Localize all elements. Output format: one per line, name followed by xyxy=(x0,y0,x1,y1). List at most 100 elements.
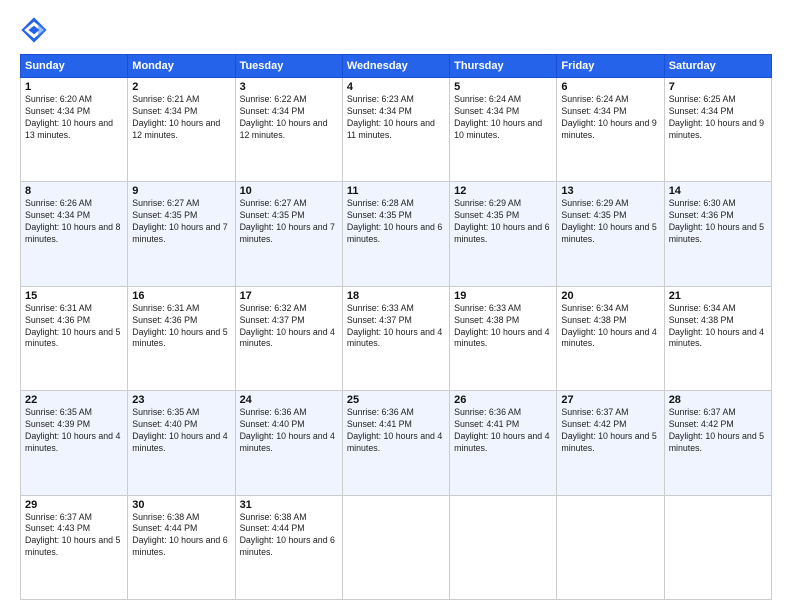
day-detail: Sunrise: 6:38 AM Sunset: 4:44 PM Dayligh… xyxy=(240,512,338,560)
day-number: 9 xyxy=(132,185,230,197)
day-cell-16: 16 Sunrise: 6:31 AM Sunset: 4:36 PM Dayl… xyxy=(128,286,235,390)
day-cell-19: 19 Sunrise: 6:33 AM Sunset: 4:38 PM Dayl… xyxy=(450,286,557,390)
day-cell-28: 28 Sunrise: 6:37 AM Sunset: 4:42 PM Dayl… xyxy=(664,391,771,495)
day-cell-24: 24 Sunrise: 6:36 AM Sunset: 4:40 PM Dayl… xyxy=(235,391,342,495)
sunrise-label: Sunrise: 6:29 AM xyxy=(454,198,521,208)
sunrise-label: Sunrise: 6:38 AM xyxy=(132,512,199,522)
day-number: 6 xyxy=(561,81,659,93)
sunrise-label: Sunrise: 6:29 AM xyxy=(561,198,628,208)
daylight-label: Daylight: 10 hours and 12 minutes. xyxy=(132,118,220,140)
sunrise-label: Sunrise: 6:33 AM xyxy=(454,303,521,313)
sunrise-label: Sunrise: 6:36 AM xyxy=(454,407,521,417)
day-cell-8: 8 Sunrise: 6:26 AM Sunset: 4:34 PM Dayli… xyxy=(21,182,128,286)
daylight-label: Daylight: 10 hours and 5 minutes. xyxy=(561,222,656,244)
day-cell-27: 27 Sunrise: 6:37 AM Sunset: 4:42 PM Dayl… xyxy=(557,391,664,495)
day-detail: Sunrise: 6:27 AM Sunset: 4:35 PM Dayligh… xyxy=(132,198,230,246)
day-cell-17: 17 Sunrise: 6:32 AM Sunset: 4:37 PM Dayl… xyxy=(235,286,342,390)
day-detail: Sunrise: 6:31 AM Sunset: 4:36 PM Dayligh… xyxy=(132,303,230,351)
daylight-label: Daylight: 10 hours and 5 minutes. xyxy=(25,535,120,557)
sunrise-label: Sunrise: 6:31 AM xyxy=(25,303,92,313)
day-number: 24 xyxy=(240,394,338,406)
sunrise-label: Sunrise: 6:20 AM xyxy=(25,94,92,104)
sunrise-label: Sunrise: 6:25 AM xyxy=(669,94,736,104)
sunset-label: Sunset: 4:38 PM xyxy=(454,315,519,325)
logo xyxy=(20,16,52,44)
sunset-label: Sunset: 4:34 PM xyxy=(240,106,305,116)
day-detail: Sunrise: 6:24 AM Sunset: 4:34 PM Dayligh… xyxy=(561,94,659,142)
day-number: 10 xyxy=(240,185,338,197)
daylight-label: Daylight: 10 hours and 7 minutes. xyxy=(132,222,227,244)
day-number: 30 xyxy=(132,499,230,511)
day-cell-10: 10 Sunrise: 6:27 AM Sunset: 4:35 PM Dayl… xyxy=(235,182,342,286)
daylight-label: Daylight: 10 hours and 13 minutes. xyxy=(25,118,113,140)
sunrise-label: Sunrise: 6:28 AM xyxy=(347,198,414,208)
day-number: 13 xyxy=(561,185,659,197)
daylight-label: Daylight: 10 hours and 6 minutes. xyxy=(454,222,549,244)
day-of-week-friday: Friday xyxy=(557,55,664,78)
day-detail: Sunrise: 6:33 AM Sunset: 4:38 PM Dayligh… xyxy=(454,303,552,351)
day-number: 23 xyxy=(132,394,230,406)
sunrise-label: Sunrise: 6:36 AM xyxy=(347,407,414,417)
sunrise-label: Sunrise: 6:36 AM xyxy=(240,407,307,417)
daylight-label: Daylight: 10 hours and 9 minutes. xyxy=(561,118,656,140)
daylight-label: Daylight: 10 hours and 4 minutes. xyxy=(347,327,442,349)
sunrise-label: Sunrise: 6:35 AM xyxy=(25,407,92,417)
day-cell-31: 31 Sunrise: 6:38 AM Sunset: 4:44 PM Dayl… xyxy=(235,495,342,599)
sunrise-label: Sunrise: 6:38 AM xyxy=(240,512,307,522)
sunset-label: Sunset: 4:34 PM xyxy=(347,106,412,116)
daylight-label: Daylight: 10 hours and 6 minutes. xyxy=(132,535,227,557)
daylight-label: Daylight: 10 hours and 5 minutes. xyxy=(25,327,120,349)
day-cell-20: 20 Sunrise: 6:34 AM Sunset: 4:38 PM Dayl… xyxy=(557,286,664,390)
day-cell-22: 22 Sunrise: 6:35 AM Sunset: 4:39 PM Dayl… xyxy=(21,391,128,495)
day-detail: Sunrise: 6:36 AM Sunset: 4:40 PM Dayligh… xyxy=(240,407,338,455)
day-number: 12 xyxy=(454,185,552,197)
day-detail: Sunrise: 6:37 AM Sunset: 4:42 PM Dayligh… xyxy=(669,407,767,455)
day-detail: Sunrise: 6:38 AM Sunset: 4:44 PM Dayligh… xyxy=(132,512,230,560)
day-cell-1: 1 Sunrise: 6:20 AM Sunset: 4:34 PM Dayli… xyxy=(21,78,128,182)
sunset-label: Sunset: 4:37 PM xyxy=(347,315,412,325)
day-cell-12: 12 Sunrise: 6:29 AM Sunset: 4:35 PM Dayl… xyxy=(450,182,557,286)
day-number: 25 xyxy=(347,394,445,406)
sunset-label: Sunset: 4:35 PM xyxy=(240,210,305,220)
day-cell-2: 2 Sunrise: 6:21 AM Sunset: 4:34 PM Dayli… xyxy=(128,78,235,182)
daylight-label: Daylight: 10 hours and 5 minutes. xyxy=(669,222,764,244)
sunset-label: Sunset: 4:41 PM xyxy=(347,419,412,429)
daylight-label: Daylight: 10 hours and 4 minutes. xyxy=(669,327,764,349)
day-number: 3 xyxy=(240,81,338,93)
day-detail: Sunrise: 6:37 AM Sunset: 4:42 PM Dayligh… xyxy=(561,407,659,455)
sunset-label: Sunset: 4:34 PM xyxy=(132,106,197,116)
sunrise-label: Sunrise: 6:33 AM xyxy=(347,303,414,313)
day-number: 29 xyxy=(25,499,123,511)
day-detail: Sunrise: 6:33 AM Sunset: 4:37 PM Dayligh… xyxy=(347,303,445,351)
sunset-label: Sunset: 4:36 PM xyxy=(669,210,734,220)
sunset-label: Sunset: 4:34 PM xyxy=(669,106,734,116)
day-detail: Sunrise: 6:26 AM Sunset: 4:34 PM Dayligh… xyxy=(25,198,123,246)
day-of-week-thursday: Thursday xyxy=(450,55,557,78)
day-detail: Sunrise: 6:20 AM Sunset: 4:34 PM Dayligh… xyxy=(25,94,123,142)
day-number: 20 xyxy=(561,290,659,302)
sunset-label: Sunset: 4:39 PM xyxy=(25,419,90,429)
day-number: 5 xyxy=(454,81,552,93)
sunset-label: Sunset: 4:35 PM xyxy=(347,210,412,220)
daylight-label: Daylight: 10 hours and 4 minutes. xyxy=(561,327,656,349)
sunset-label: Sunset: 4:34 PM xyxy=(454,106,519,116)
day-cell-25: 25 Sunrise: 6:36 AM Sunset: 4:41 PM Dayl… xyxy=(342,391,449,495)
page-header xyxy=(20,16,772,44)
sunrise-label: Sunrise: 6:27 AM xyxy=(132,198,199,208)
calendar-week-row: 22 Sunrise: 6:35 AM Sunset: 4:39 PM Dayl… xyxy=(21,391,772,495)
daylight-label: Daylight: 10 hours and 4 minutes. xyxy=(347,431,442,453)
sunset-label: Sunset: 4:38 PM xyxy=(669,315,734,325)
daylight-label: Daylight: 10 hours and 6 minutes. xyxy=(240,535,335,557)
sunrise-label: Sunrise: 6:30 AM xyxy=(669,198,736,208)
day-cell-18: 18 Sunrise: 6:33 AM Sunset: 4:37 PM Dayl… xyxy=(342,286,449,390)
day-detail: Sunrise: 6:23 AM Sunset: 4:34 PM Dayligh… xyxy=(347,94,445,142)
day-of-week-sunday: Sunday xyxy=(21,55,128,78)
day-cell-3: 3 Sunrise: 6:22 AM Sunset: 4:34 PM Dayli… xyxy=(235,78,342,182)
day-number: 4 xyxy=(347,81,445,93)
sunset-label: Sunset: 4:41 PM xyxy=(454,419,519,429)
day-cell-6: 6 Sunrise: 6:24 AM Sunset: 4:34 PM Dayli… xyxy=(557,78,664,182)
day-number: 2 xyxy=(132,81,230,93)
day-of-week-saturday: Saturday xyxy=(664,55,771,78)
day-number: 31 xyxy=(240,499,338,511)
sunset-label: Sunset: 4:42 PM xyxy=(561,419,626,429)
